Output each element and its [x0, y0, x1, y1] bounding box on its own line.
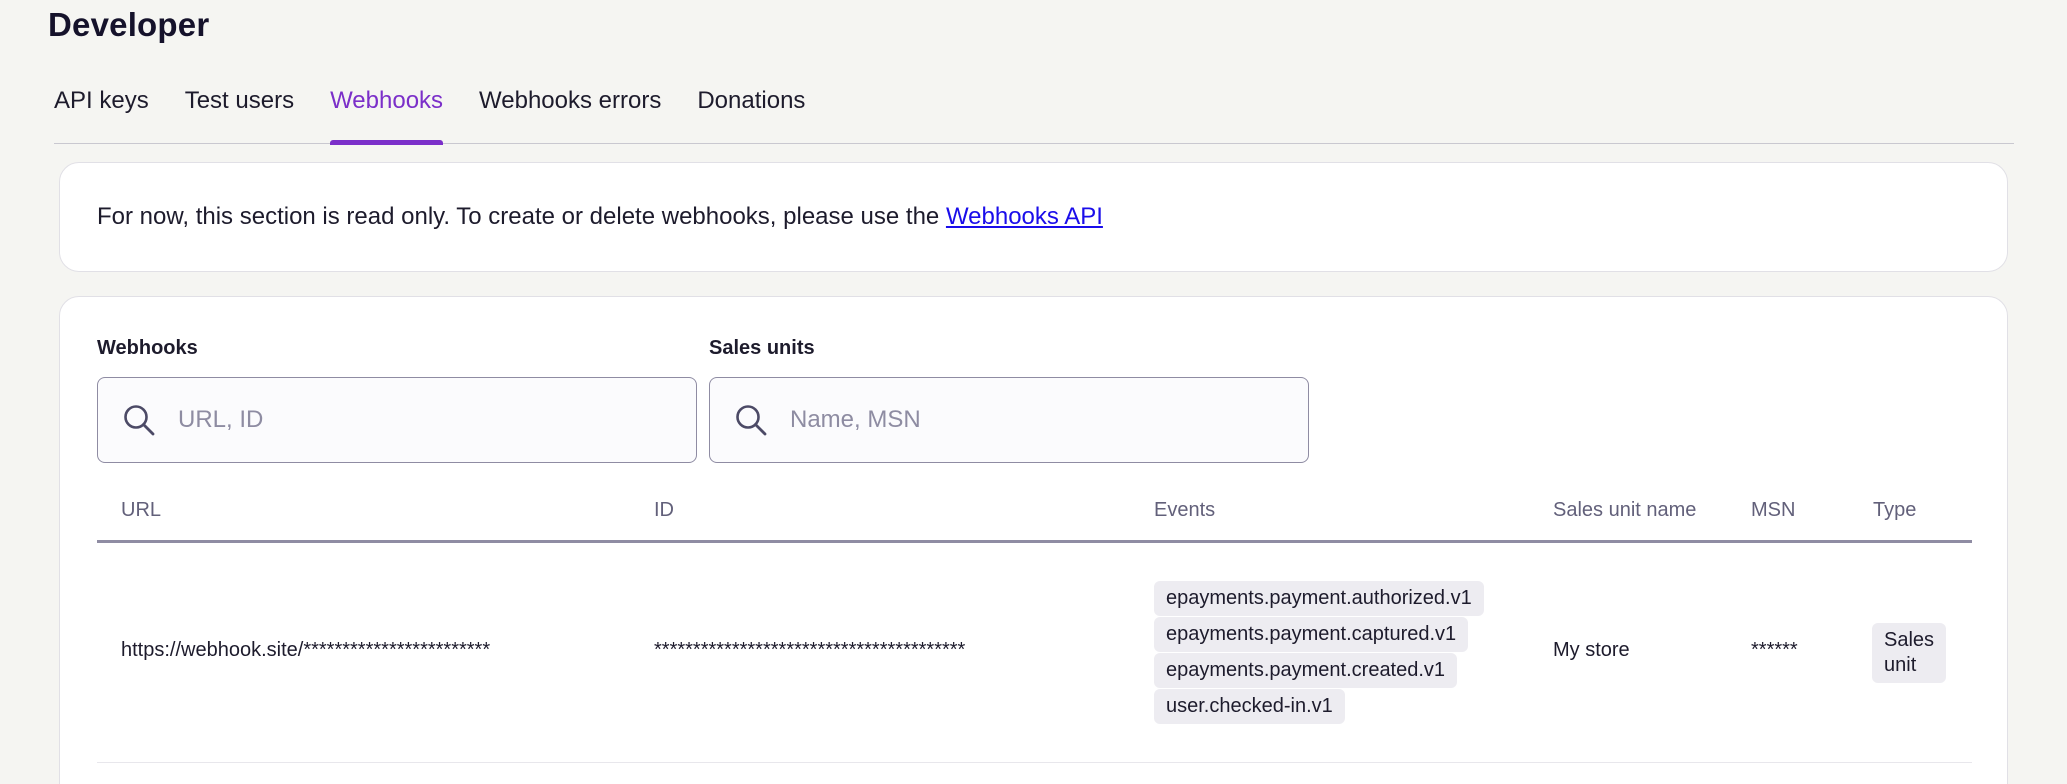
cell-id: **************************************** — [654, 639, 966, 661]
event-chip: user.checked-in.v1 — [1154, 689, 1345, 724]
column-header-id[interactable]: ID — [654, 499, 674, 522]
webhooks-card: Webhooks Sales units URL ID Events Sales… — [59, 296, 2008, 784]
tab-donations[interactable]: Donations — [697, 86, 805, 144]
webhooks-api-link[interactable]: Webhooks API — [946, 203, 1103, 230]
cell-url: https://webhook.site/*******************… — [121, 639, 491, 661]
webhooks-filter-label: Webhooks — [97, 337, 198, 359]
notice-text: For now, this section is read only. To c… — [97, 203, 946, 230]
column-header-events[interactable]: Events — [1154, 499, 1215, 522]
tab-test-users[interactable]: Test users — [185, 86, 294, 144]
developer-page: Developer API keys Test users Webhooks W… — [0, 0, 2067, 784]
cell-msn: ****** — [1751, 639, 1798, 661]
tab-webhooks[interactable]: Webhooks — [330, 86, 443, 145]
event-chip: epayments.payment.created.v1 — [1154, 653, 1458, 688]
search-icon — [736, 405, 767, 436]
event-chip: epayments.payment.captured.v1 — [1154, 617, 1469, 652]
webhooks-search-input[interactable] — [178, 406, 658, 434]
cell-sales-unit-name: My store — [1553, 639, 1630, 661]
column-header-msn[interactable]: MSN — [1751, 499, 1795, 522]
column-header-type[interactable]: Type — [1873, 499, 1916, 522]
table-row[interactable]: https://webhook.site/*******************… — [97, 543, 1972, 763]
tab-bar: API keys Test users Webhooks Webhooks er… — [54, 86, 2014, 145]
column-header-url[interactable]: URL — [121, 499, 161, 522]
tab-api-keys[interactable]: API keys — [54, 86, 149, 144]
table-header: URL ID Events Sales unit name MSN Type — [97, 487, 1972, 543]
sales-units-search-box — [709, 377, 1309, 463]
webhooks-table: URL ID Events Sales unit name MSN Type h… — [97, 487, 1972, 763]
read-only-notice-card: For now, this section is read only. To c… — [59, 162, 2008, 272]
read-only-notice: For now, this section is read only. To c… — [97, 203, 1103, 231]
search-icon — [124, 405, 155, 436]
cell-events: epayments.payment.authorized.v1 epayment… — [1154, 581, 1484, 724]
sales-units-filter-label: Sales units — [709, 337, 815, 359]
page-title: Developer — [48, 6, 210, 43]
webhooks-search-box — [97, 377, 697, 463]
tab-webhooks-errors[interactable]: Webhooks errors — [479, 86, 661, 144]
type-badge: Sales unit — [1872, 623, 1946, 683]
column-header-sales-unit-name[interactable]: Sales unit name — [1553, 499, 1696, 522]
event-chip: epayments.payment.authorized.v1 — [1154, 581, 1484, 616]
sales-units-search-input[interactable] — [790, 406, 1270, 434]
